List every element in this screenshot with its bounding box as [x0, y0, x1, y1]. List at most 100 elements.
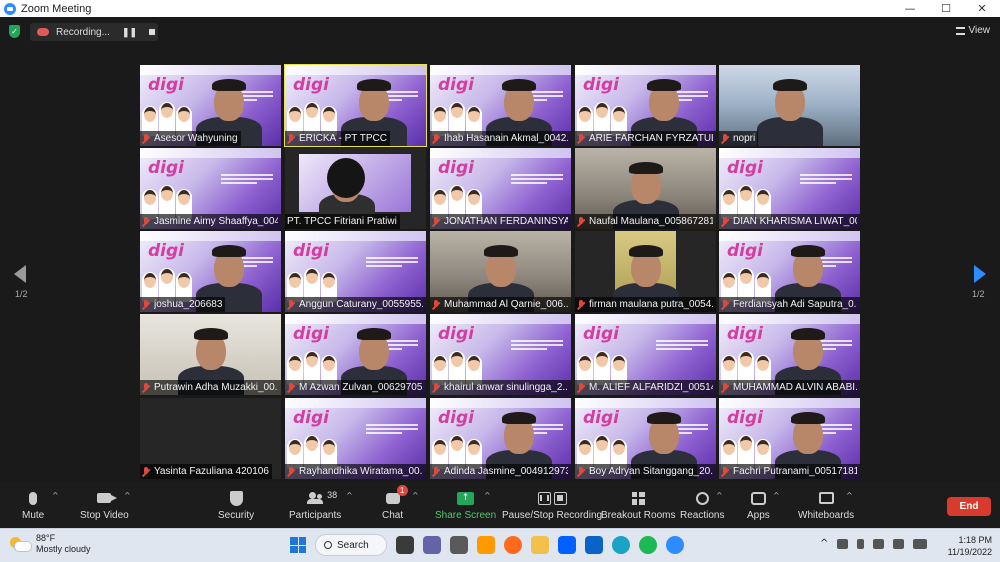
- reactions-options-chevron-icon[interactable]: ^: [716, 491, 723, 500]
- windows-start-icon[interactable]: [290, 537, 306, 553]
- participant-tile[interactable]: digi Boy Adryan Sitanggang_20...: [575, 398, 716, 479]
- edge-icon[interactable]: [612, 536, 630, 554]
- microphone-icon: [29, 491, 38, 505]
- participant-tile[interactable]: digi Anggun Caturany_0055955...: [285, 231, 426, 312]
- share-options-chevron-icon[interactable]: ^: [484, 491, 491, 500]
- title-bar: Zoom Meeting — ☐ ✕: [0, 0, 1000, 17]
- muted-mic-icon: [721, 382, 729, 393]
- previous-page-button[interactable]: [10, 264, 30, 284]
- video-options-chevron-icon[interactable]: ^: [124, 491, 131, 500]
- participants-button[interactable]: 38 Participants: [289, 488, 341, 521]
- taskbar-clock[interactable]: 1:18 PM 11/19/2022: [948, 534, 992, 558]
- teams-chat-icon[interactable]: [423, 536, 441, 554]
- participant-tile[interactable]: digi JONATHAN FERDANINSYA...: [430, 148, 571, 229]
- chat-label: Chat: [382, 510, 404, 521]
- file-explorer-icon[interactable]: [531, 536, 549, 554]
- participant-tile[interactable]: digi Adinda Jasmine_0049129739: [430, 398, 571, 479]
- participant-tile[interactable]: digi ERICKA - PT TPCC: [284, 64, 427, 147]
- chat-button[interactable]: 1 Chat: [382, 485, 408, 521]
- dropbox-icon[interactable]: [558, 536, 576, 554]
- participant-name: JONATHAN FERDANINSYA...: [444, 216, 568, 227]
- onedrive-icon[interactable]: [837, 538, 849, 549]
- participant-tile[interactable]: digi M Azwan Zulvan_00629705...: [285, 314, 426, 395]
- breakout-rooms-button[interactable]: Breakout Rooms: [601, 488, 675, 521]
- participant-tile[interactable]: nopri: [719, 65, 860, 146]
- participant-name: DIAN KHARISMA LIWAT_00...: [733, 216, 857, 227]
- participant-tile[interactable]: Putrawin Adha Muzakki_00...: [140, 314, 281, 395]
- participant-name-tag: M Azwan Zulvan_00629705...: [285, 380, 426, 395]
- participant-tile[interactable]: digi Ferdiansyah Adi Saputra_0...: [719, 231, 860, 312]
- mail-icon[interactable]: [585, 536, 603, 554]
- participant-tile[interactable]: digiARIE FARCHAN FYRZATULL...: [575, 65, 716, 146]
- participant-name-tag: joshua_206683: [140, 297, 226, 312]
- apps-button[interactable]: Apps: [747, 488, 770, 521]
- battery-icon[interactable]: [913, 538, 928, 549]
- participants-options-chevron-icon[interactable]: ^: [346, 491, 353, 500]
- participant-tile[interactable]: Naufal Maulana_0058672815: [575, 148, 716, 229]
- minimize-icon[interactable]: —: [892, 0, 928, 17]
- volume-icon[interactable]: [893, 538, 905, 549]
- wifi-icon[interactable]: [873, 538, 885, 549]
- participant-tile[interactable]: digi Jasmine Aimy Shaaffya_004...: [140, 148, 281, 229]
- participant-tile[interactable]: digi MUHAMMAD ALVIN ABABI...: [719, 314, 860, 395]
- audio-options-chevron-icon[interactable]: ^: [52, 491, 59, 500]
- mute-button[interactable]: Mute: [22, 488, 44, 521]
- maximize-icon[interactable]: ☐: [928, 0, 964, 17]
- whiteboards-options-chevron-icon[interactable]: ^: [846, 491, 853, 500]
- participant-tile[interactable]: digi joshua_206683: [140, 231, 281, 312]
- zoom-taskbar-icon[interactable]: [666, 536, 684, 554]
- participant-name-tag: Ihab Hasanain Akmal_0042...: [430, 131, 571, 146]
- weather-widget[interactable]: 88°F Mostly cloudy: [10, 533, 91, 555]
- participant-tile[interactable]: digiM. ALIEF ALFARIDZI_005147...: [575, 314, 716, 395]
- end-meeting-button[interactable]: End: [947, 497, 991, 516]
- muted-mic-icon: [577, 382, 585, 393]
- participant-name: joshua_206683: [154, 299, 223, 310]
- chat-unread-badge: 1: [396, 485, 408, 496]
- security-button[interactable]: Security: [218, 488, 254, 521]
- participant-name: M Azwan Zulvan_00629705...: [299, 382, 423, 393]
- spotify-icon[interactable]: [639, 536, 657, 554]
- tray-mic-icon[interactable]: [857, 538, 865, 549]
- stop-video-button[interactable]: Stop Video: [80, 488, 129, 521]
- tray-overflow-chevron-icon[interactable]: ^: [820, 538, 828, 549]
- participant-tile[interactable]: firman maulana putra_0054...: [575, 231, 716, 312]
- participant-tile[interactable]: digi khairul anwar sinulingga_2...: [430, 314, 571, 395]
- amazon-icon[interactable]: [477, 536, 495, 554]
- taskbar-search-button[interactable]: Search: [315, 534, 387, 556]
- participant-name-tag: M. ALIEF ALFARIDZI_005147...: [575, 380, 716, 395]
- pause-stop-recording-button[interactable]: Pause/Stop Recording: [502, 488, 602, 521]
- muted-mic-icon: [721, 216, 729, 227]
- encryption-shield-icon[interactable]: ✓: [9, 25, 20, 38]
- participant-tile[interactable]: digi DIAN KHARISMA LIWAT_00...: [719, 148, 860, 229]
- close-icon[interactable]: ✕: [964, 0, 1000, 17]
- page-indicator-right: 1/2: [972, 289, 985, 299]
- chat-options-chevron-icon[interactable]: ^: [412, 491, 419, 500]
- system-tray: ^: [820, 538, 928, 549]
- arrow-right-icon: [974, 265, 986, 283]
- task-view-icon[interactable]: [396, 536, 414, 554]
- muted-mic-icon: [432, 216, 440, 227]
- participant-name: Naufal Maulana_0058672815: [589, 216, 713, 227]
- participant-tile[interactable]: PT. TPCC Fitriani Pratiwi: [285, 148, 426, 229]
- reactions-smiley-icon: [695, 491, 709, 505]
- stop-recording-icon[interactable]: [149, 29, 156, 35]
- participant-name-tag: Asesor Wahyuning: [140, 131, 241, 146]
- participant-tile[interactable]: Yasinta Fazuliana 420106: [140, 398, 281, 479]
- participant-tile[interactable]: digi Fachri Putranami_00517181...: [719, 398, 860, 479]
- pause-recording-icon[interactable]: ❚❚: [122, 27, 137, 38]
- participant-tile[interactable]: Muhammad Al Qarnie_006...: [430, 231, 571, 312]
- apps-options-chevron-icon[interactable]: ^: [773, 491, 780, 500]
- firefox-icon[interactable]: [504, 536, 522, 554]
- view-button[interactable]: View: [955, 25, 990, 36]
- arrow-left-icon: [14, 265, 26, 283]
- participant-name: Muhammad Al Qarnie_006...: [444, 299, 568, 310]
- participant-tile[interactable]: digi Asesor Wahyuning: [140, 65, 281, 146]
- media-app-icon[interactable]: [450, 536, 468, 554]
- weather-temperature: 88°F: [36, 533, 56, 543]
- participant-name-tag: MUHAMMAD ALVIN ABABI...: [719, 380, 860, 395]
- participant-tile[interactable]: digi Ihab Hasanain Akmal_0042...: [430, 65, 571, 146]
- participant-tile[interactable]: digi Rayhandhika Wiratama_00...: [285, 398, 426, 479]
- participant-name-tag: DIAN KHARISMA LIWAT_00...: [719, 214, 860, 229]
- whiteboards-label: Whiteboards: [798, 510, 855, 521]
- next-page-button[interactable]: [970, 264, 990, 284]
